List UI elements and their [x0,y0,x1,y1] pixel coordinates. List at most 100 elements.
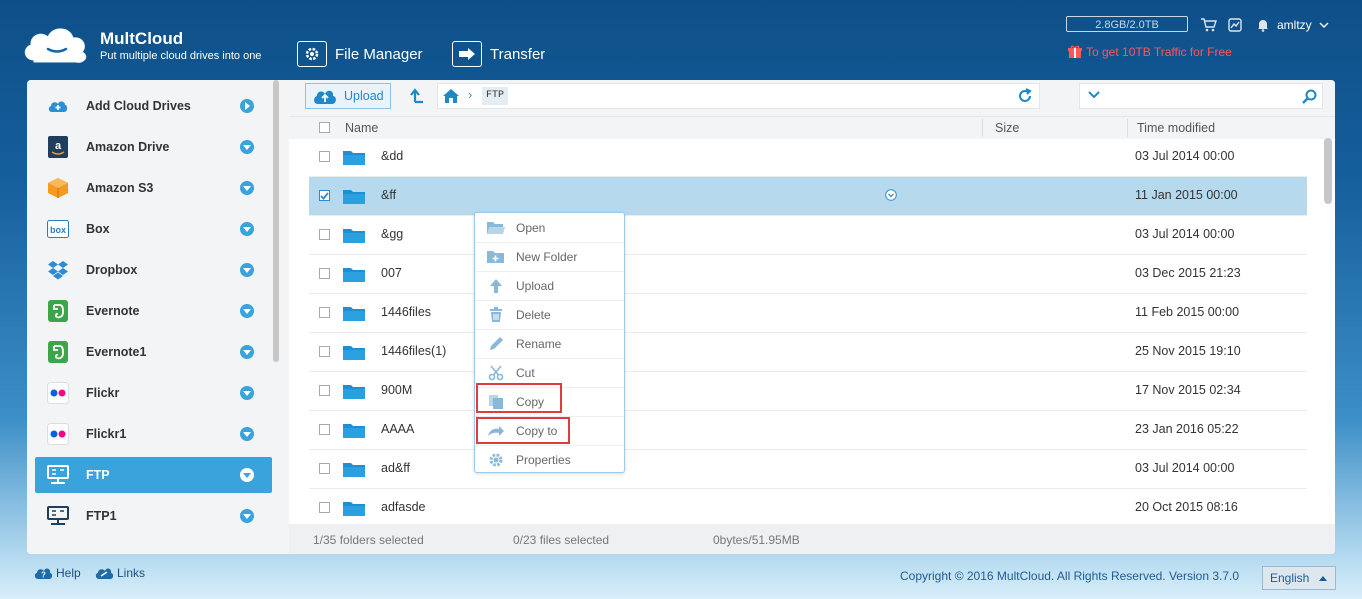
evernote-icon [47,341,69,363]
sidebar-item-dropbox[interactable]: Dropbox [35,252,272,288]
chevron-down-icon[interactable] [240,345,254,359]
row-menu-chevron-icon[interactable] [885,189,897,201]
sidebar-item-label: Evernote1 [86,345,147,359]
menu-item-label: Cut [516,365,535,380]
table-row[interactable]: 007 03 Dec 2015 21:23 [309,255,1307,294]
chevron-down-icon[interactable] [240,181,254,195]
breadcrumb-item[interactable]: FTP [482,87,509,105]
sidebar-item-ftp[interactable]: FTP [35,457,272,493]
table-row[interactable]: 1446files 11 Feb 2015 00:00 [309,294,1307,333]
file-name: AAAA [381,422,415,436]
refresh-icon[interactable] [1017,88,1033,104]
row-checkbox[interactable] [319,229,330,240]
user-menu[interactable]: amltzy [1277,18,1329,32]
promo-link[interactable]: To get 10TB Traffic for Free [1068,45,1232,59]
menu-item-open[interactable]: Open [475,213,624,243]
file-name: &gg [381,227,404,241]
chevron-down-icon[interactable] [240,263,254,277]
column-time-modified[interactable]: Time modified [1137,121,1215,135]
row-checkbox[interactable] [319,190,330,201]
gift-icon [1068,45,1082,58]
chevron-down-icon[interactable] [240,427,254,441]
chevron-down-icon[interactable] [240,509,254,523]
menu-item-new-folder[interactable]: New Folder [475,242,624,272]
sidebar-item-flickr1[interactable]: Flickr1 [35,416,272,452]
sidebar-item-evernote[interactable]: Evernote [35,293,272,329]
file-time: 03 Jul 2014 00:00 [1135,149,1235,163]
table-row[interactable]: &ff 11 Jan 2015 00:00 [309,177,1307,216]
row-checkbox[interactable] [319,463,330,474]
sidebar-item-box[interactable]: box Box [35,211,272,247]
table-row[interactable]: ad&ff 03 Jul 2014 00:00 [309,450,1307,489]
sidebar-item-ftp1[interactable]: FTP1 [35,498,272,534]
file-time: 03 Jul 2014 00:00 [1135,227,1235,241]
table-row[interactable]: adfasde 20 Oct 2015 08:16 [309,489,1307,524]
links-link[interactable]: Links [95,566,145,580]
parent-folder-up-icon[interactable] [409,88,425,104]
file-list-scrollbar[interactable] [1324,138,1332,204]
main-panel: Add Cloud Drives a Amazon Drive Amazon S… [27,80,1335,554]
row-checkbox[interactable] [319,307,330,318]
menu-item-copy-to[interactable]: Copy to [475,416,624,446]
table-row[interactable]: &gg 03 Jul 2014 00:00 [309,216,1307,255]
chart-icon[interactable] [1228,18,1242,32]
chevron-down-icon[interactable] [240,222,254,236]
cart-icon[interactable] [1201,18,1217,32]
svg-text:box: box [50,225,66,235]
row-checkbox[interactable] [319,346,330,357]
language-select[interactable]: English [1262,566,1336,590]
breadcrumb: › FTP [437,83,1040,109]
chevron-right-icon[interactable] [240,99,254,113]
sidebar-item-amazon-drive[interactable]: a Amazon Drive [35,129,272,165]
sidebar-item-flickr[interactable]: Flickr [35,375,272,411]
row-checkbox[interactable] [319,424,330,435]
menu-item-cut[interactable]: Cut [475,358,624,388]
menu-item-upload[interactable]: Upload [475,271,624,301]
row-checkbox[interactable] [319,502,330,513]
row-checkbox[interactable] [319,151,330,162]
menu-item-label: Upload [516,278,555,293]
sidebar-item-label: Amazon S3 [86,181,154,195]
chevron-down-icon [1319,22,1329,28]
column-size[interactable]: Size [995,121,1019,135]
chevron-down-icon[interactable] [240,304,254,318]
upload-button[interactable]: Upload [305,83,391,109]
sidebar-item-add-cloud-drives[interactable]: Add Cloud Drives [35,88,272,124]
amazon-s3-icon [47,177,69,199]
row-checkbox[interactable] [319,268,330,279]
home-icon[interactable] [442,88,460,104]
chevron-down-icon[interactable] [240,468,254,482]
search-box [1079,83,1323,109]
brand-tagline: Put multiple cloud drives into one [100,50,262,62]
column-name[interactable]: Name [345,121,378,135]
menu-item-copy[interactable]: Copy [475,387,624,417]
table-row[interactable]: 900M 17 Nov 2015 02:34 [309,372,1307,411]
folder-icon [343,463,365,477]
sidebar-scrollbar[interactable] [273,80,279,362]
menu-item-label: Open [516,220,546,235]
ftp-icon [47,505,69,527]
table-row[interactable]: &dd 03 Jul 2014 00:00 [309,138,1307,177]
chevron-down-icon[interactable] [240,140,254,154]
menu-item-rename[interactable]: Rename [475,329,624,359]
menu-item-properties[interactable]: Properties [475,445,624,474]
nav-file-manager[interactable]: File Manager [297,40,423,68]
nav-transfer[interactable]: Transfer [452,40,545,68]
file-name: &dd [381,149,404,163]
search-icon[interactable] [1302,89,1318,105]
folder-icon [343,190,365,204]
table-row[interactable]: AAAA 23 Jan 2016 05:22 [309,411,1307,450]
search-input[interactable] [1110,86,1294,108]
bell-icon[interactable] [1257,18,1269,32]
sidebar-item-evernote1[interactable]: Evernote1 [35,334,272,370]
file-time: 03 Jul 2014 00:00 [1135,461,1235,475]
row-checkbox[interactable] [319,385,330,396]
sidebar-item-amazon-s3[interactable]: Amazon S3 [35,170,272,206]
help-link[interactable]: ? Help [34,566,81,580]
table-row[interactable]: 1446files(1) 25 Nov 2015 19:10 [309,333,1307,372]
multcloud-logo-icon [24,28,87,63]
select-all-checkbox[interactable] [319,122,330,133]
menu-item-delete[interactable]: Delete [475,300,624,330]
chevron-down-icon[interactable] [240,386,254,400]
chevron-down-icon[interactable] [1088,90,1100,100]
